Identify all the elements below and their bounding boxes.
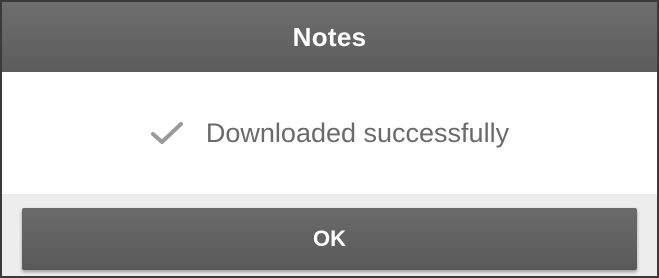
ok-button[interactable]: OK xyxy=(22,208,637,270)
notes-dialog: Notes Downloaded successfully OK xyxy=(0,0,659,278)
ok-button-label: OK xyxy=(313,226,346,251)
dialog-footer: OK xyxy=(2,194,657,276)
dialog-title: Notes xyxy=(292,21,367,52)
dialog-header: Notes xyxy=(2,2,657,72)
checkmark-icon xyxy=(150,121,184,145)
dialog-body: Downloaded successfully xyxy=(2,72,657,194)
status-message: Downloaded successfully xyxy=(205,117,510,148)
